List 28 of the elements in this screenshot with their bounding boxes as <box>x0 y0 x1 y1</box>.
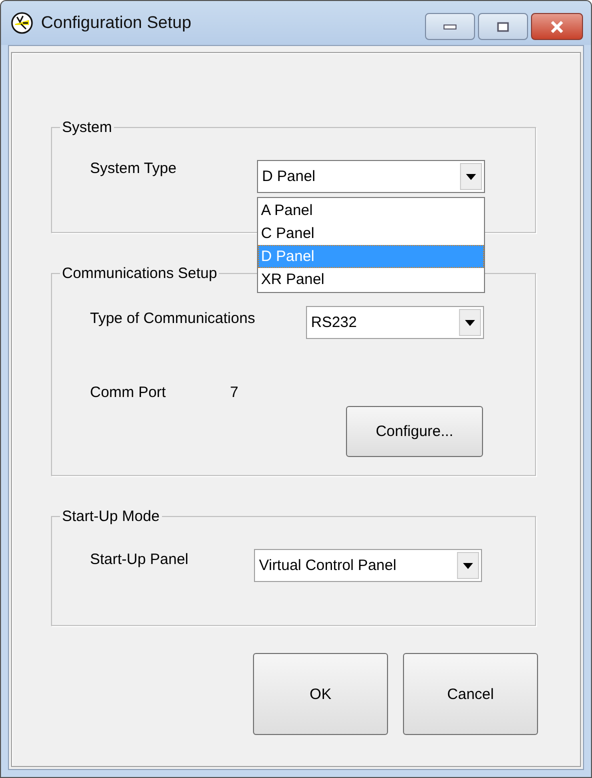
app-logo-icon <box>11 12 33 34</box>
comm-port-value: 7 <box>230 384 238 401</box>
maximize-button[interactable] <box>478 13 528 40</box>
field-label: Start-Up Panel <box>90 551 190 568</box>
caret-icon <box>465 320 475 326</box>
system-type-dropdown[interactable]: D Panel <box>257 160 485 193</box>
startup-panel-dropdown[interactable]: Virtual Control Panel <box>254 549 482 582</box>
field-label: Comm Port <box>90 384 167 401</box>
minimize-button[interactable] <box>425 13 475 40</box>
dropdown-option[interactable]: A Panel <box>258 199 484 222</box>
window-title: Configuration Setup <box>41 13 192 33</box>
close-button[interactable] <box>531 13 583 40</box>
ok-button[interactable]: OK <box>253 653 388 735</box>
maximize-icon <box>497 22 509 32</box>
caret-icon <box>466 174 476 180</box>
field-label: System Type <box>90 160 178 177</box>
field-label: Type of Communications <box>90 310 256 327</box>
dropdown-option[interactable]: C Panel <box>258 222 484 245</box>
minimize-icon <box>443 24 457 30</box>
caret-icon <box>463 562 473 568</box>
group-title: Start-Up Mode <box>61 508 161 525</box>
cancel-button[interactable]: Cancel <box>403 653 538 735</box>
communications-type-dropdown[interactable]: RS232 <box>306 306 484 339</box>
dropdown-option[interactable]: XR Panel <box>258 268 484 291</box>
close-icon <box>549 20 565 32</box>
group-title: Communications Setup <box>61 265 218 282</box>
group-title: System <box>61 119 114 136</box>
configure-button[interactable]: Configure... <box>346 406 483 457</box>
